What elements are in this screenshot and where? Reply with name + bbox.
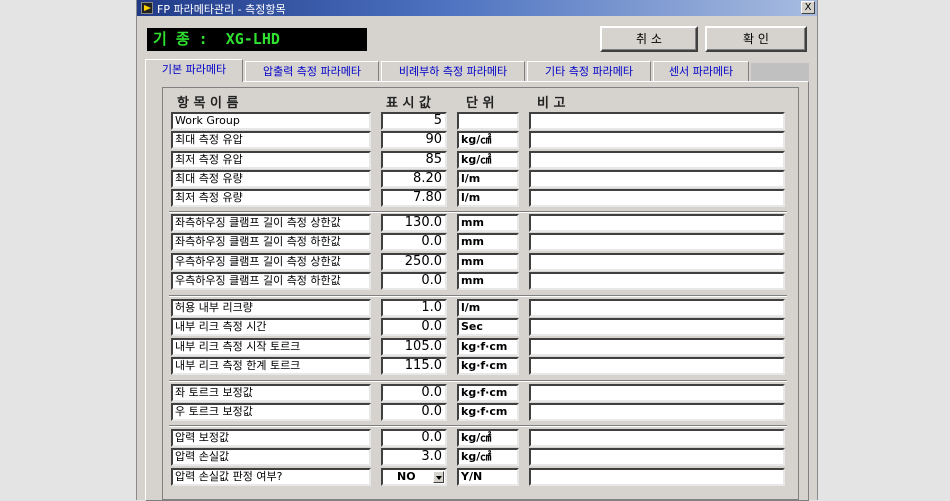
parameter-note-input[interactable]	[529, 189, 785, 207]
tab-proportional-load[interactable]: 비례부하 측정 파라메타	[381, 61, 525, 81]
parameter-value-input[interactable]: 5	[381, 112, 447, 130]
parameter-name: 내부 리크 측정 시간	[171, 318, 371, 336]
app-icon	[141, 2, 153, 14]
parameter-note-input[interactable]	[529, 338, 785, 356]
parameter-value-input[interactable]: 8.20	[381, 170, 447, 188]
header-value: 표 시 값	[386, 96, 431, 111]
parameter-note-input[interactable]	[529, 214, 785, 232]
model-value: XG-LHD	[225, 30, 280, 48]
parameter-unit	[457, 112, 519, 130]
parameter-note-input[interactable]	[529, 151, 785, 169]
parameter-name: 최저 측정 유량	[171, 189, 371, 207]
parameter-name: 우측하우징 클램프 길이 측정 하한값	[171, 272, 371, 290]
parameter-unit: kg/㎠	[457, 429, 519, 447]
parameter-note-input[interactable]	[529, 131, 785, 149]
parameter-unit: Sec	[457, 318, 519, 336]
parameter-unit: kg/㎠	[457, 448, 519, 466]
parameter-value-input[interactable]: 0.0	[381, 318, 447, 336]
parameter-note-input[interactable]	[529, 299, 785, 317]
parameter-value-input[interactable]: 0.0	[381, 233, 447, 251]
close-button[interactable]: X	[801, 1, 815, 14]
parameter-unit: kg·f·cm	[457, 357, 519, 375]
model-label: 기 종 :	[153, 30, 208, 48]
parameter-name: 허용 내부 리크량	[171, 299, 371, 317]
tab-other-measurement[interactable]: 기타 측정 파라메타	[527, 61, 651, 81]
parameter-value-input[interactable]: 85	[381, 151, 447, 169]
parameter-name: 좌측하우징 클램프 길이 측정 하한값	[171, 233, 371, 251]
tab-bar: 기본 파라메타 압출력 측정 파라메타 비례부하 측정 파라메타 기타 측정 파…	[145, 59, 809, 82]
parameter-value-input[interactable]: 0.0	[381, 272, 447, 290]
group-divider	[169, 425, 787, 427]
parameter-name: Work Group	[171, 112, 371, 130]
parameter-unit: Y/N	[457, 468, 519, 486]
parameter-name: 우 토르크 보정값	[171, 403, 371, 421]
parameter-note-input[interactable]	[529, 272, 785, 290]
parameter-unit: l/m	[457, 170, 519, 188]
group-divider	[169, 295, 787, 297]
parameter-note-input[interactable]	[529, 253, 785, 271]
parameter-value-select[interactable]: NO	[381, 468, 447, 486]
select-value: NO	[397, 470, 416, 483]
parameter-value-input[interactable]: 0.0	[381, 403, 447, 421]
tab-basic-parameters[interactable]: 기본 파라메타	[145, 59, 243, 82]
parameter-unit: mm	[457, 233, 519, 251]
parameter-name: 압력 손실값	[171, 448, 371, 466]
cancel-button[interactable]: 취 소	[600, 26, 698, 52]
parameter-window: FP 파라메타관리 - 측정항목 X 기 종 : XG-LHD 취 소 확 인 기…	[136, 0, 818, 501]
model-display: 기 종 : XG-LHD	[147, 28, 367, 51]
parameter-unit: kg/㎠	[457, 151, 519, 169]
parameter-note-input[interactable]	[529, 403, 785, 421]
parameter-name: 최저 측정 유압	[171, 151, 371, 169]
parameter-name: 좌측하우징 클램프 길이 측정 상한값	[171, 214, 371, 232]
parameter-name: 내부 리크 측정 한계 토르크	[171, 357, 371, 375]
parameter-unit: kg·f·cm	[457, 338, 519, 356]
parameter-value-input[interactable]: 3.0	[381, 448, 447, 466]
title-bar: FP 파라메타관리 - 측정항목 X	[137, 0, 817, 16]
parameter-unit: mm	[457, 272, 519, 290]
parameter-unit: kg/㎠	[457, 131, 519, 149]
parameter-name: 좌 토르크 보정값	[171, 384, 371, 402]
parameter-unit: kg·f·cm	[457, 384, 519, 402]
parameter-note-input[interactable]	[529, 429, 785, 447]
parameter-note-input[interactable]	[529, 448, 785, 466]
parameter-value-input[interactable]: 105.0	[381, 338, 447, 356]
parameter-name: 내부 리크 측정 시작 토르크	[171, 338, 371, 356]
header-unit: 단 위	[466, 96, 495, 111]
window-title: FP 파라메타관리 - 측정항목	[157, 3, 286, 16]
parameter-name: 최대 측정 유압	[171, 131, 371, 149]
parameter-note-input[interactable]	[529, 384, 785, 402]
parameter-note-input[interactable]	[529, 318, 785, 336]
parameter-unit: mm	[457, 253, 519, 271]
parameter-name: 우측하우징 클램프 길이 측정 상한값	[171, 253, 371, 271]
tab-sensor[interactable]: 센서 파라메타	[653, 61, 749, 81]
parameter-unit: kg·f·cm	[457, 403, 519, 421]
parameter-value-input[interactable]: 130.0	[381, 214, 447, 232]
parameter-value-input[interactable]: 90	[381, 131, 447, 149]
parameter-name: 압력 보정값	[171, 429, 371, 447]
header-name: 항 목 이 름	[177, 96, 239, 111]
tab-pressure-output[interactable]: 압출력 측정 파라메타	[245, 61, 379, 81]
parameter-unit: mm	[457, 214, 519, 232]
parameter-value-input[interactable]: 0.0	[381, 429, 447, 447]
group-divider	[169, 380, 787, 382]
confirm-button[interactable]: 확 인	[705, 26, 807, 52]
parameter-name: 최대 측정 유량	[171, 170, 371, 188]
parameter-unit: l/m	[457, 189, 519, 207]
tab-strip-filler	[751, 63, 809, 81]
parameter-value-input[interactable]: 7.80	[381, 189, 447, 207]
parameter-note-input[interactable]	[529, 170, 785, 188]
parameter-name: 압력 손실값 판정 여부?	[171, 468, 371, 486]
parameter-note-input[interactable]	[529, 112, 785, 130]
chevron-down-icon[interactable]	[433, 471, 444, 483]
parameter-note-input[interactable]	[529, 357, 785, 375]
parameter-value-input[interactable]: 0.0	[381, 384, 447, 402]
parameter-value-input[interactable]: 1.0	[381, 299, 447, 317]
parameter-note-input[interactable]	[529, 468, 785, 486]
parameter-value-input[interactable]: 250.0	[381, 253, 447, 271]
header-note: 비 고	[537, 96, 566, 111]
parameter-value-input[interactable]: 115.0	[381, 357, 447, 375]
parameter-unit: l/m	[457, 299, 519, 317]
parameter-note-input[interactable]	[529, 233, 785, 251]
group-divider	[169, 211, 787, 213]
